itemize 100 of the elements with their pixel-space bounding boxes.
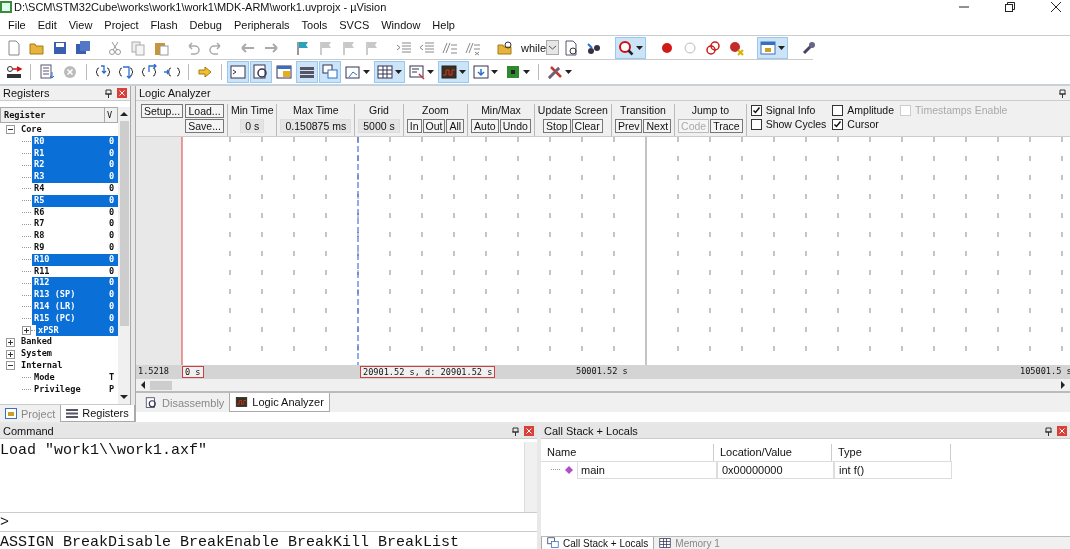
checkbox-label[interactable]: Signal Info <box>765 104 816 116</box>
scroll-left-icon[interactable] <box>140 381 146 389</box>
menu-item[interactable]: Peripherals <box>227 18 296 31</box>
group-label: Zoom <box>422 104 449 117</box>
stop-icon <box>62 64 78 80</box>
menu-item[interactable]: SVCS <box>333 18 376 31</box>
menu-item[interactable]: Debug <box>183 18 228 31</box>
menu-item[interactable]: Window <box>375 18 427 31</box>
checkbox-label[interactable]: Cursor <box>847 118 879 130</box>
pages-icon <box>130 39 146 56</box>
search-combo[interactable]: while <box>517 40 560 55</box>
circle-icon <box>682 39 699 56</box>
menu-item[interactable]: Project <box>98 18 145 31</box>
register-name[interactable]: R6 <box>32 206 106 219</box>
group-label: Jump to <box>691 104 729 117</box>
panel-tab[interactable]: Call Stack + Locals <box>541 537 655 549</box>
analyzer-button[interactable]: Out <box>422 119 446 133</box>
checkbox[interactable] <box>832 118 844 130</box>
checkbox-label[interactable]: Amplitude <box>847 104 895 116</box>
register-name[interactable]: R0 <box>32 135 106 148</box>
checkbox[interactable] <box>750 118 762 130</box>
collapse-icon[interactable] <box>6 125 15 135</box>
axis-label: 105001.5 s <box>1020 366 1070 376</box>
expand-icon[interactable] <box>6 337 15 347</box>
register-name[interactable]: R11 <box>32 265 106 278</box>
analyzer-button[interactable]: All <box>446 119 465 133</box>
scroll-down-icon[interactable] <box>120 394 128 400</box>
table-cell[interactable]: 0x00000000 <box>717 460 834 479</box>
register-name[interactable]: R4 <box>32 183 106 195</box>
scroll-up-icon[interactable] <box>120 111 128 117</box>
register-name[interactable]: R9 <box>32 241 106 254</box>
load-button[interactable]: Load... <box>185 104 224 118</box>
time-readout: 0 s <box>240 119 265 133</box>
register-name[interactable]: Banked <box>19 336 55 349</box>
register-name[interactable]: System <box>19 348 55 360</box>
column-header[interactable]: V <box>105 108 117 122</box>
close-icon[interactable] <box>1050 1 1062 13</box>
analyzer-button[interactable]: Undo <box>499 119 531 133</box>
scrollbar[interactable] <box>136 379 1070 391</box>
register-name[interactable]: Mode <box>32 371 106 384</box>
save-button[interactable]: Save... <box>185 119 224 133</box>
tools-icon <box>547 64 563 80</box>
register-name[interactable]: R12 <box>32 277 106 290</box>
menu-item[interactable]: File <box>2 18 32 31</box>
scroll-thumb[interactable] <box>150 380 172 390</box>
flag-icon <box>364 39 380 56</box>
arrow-icon <box>197 64 213 80</box>
checkbox[interactable] <box>750 104 762 116</box>
menu-item[interactable]: Flash <box>144 18 184 31</box>
checkbox-label[interactable]: Show Cycles <box>765 118 827 130</box>
register-name[interactable]: R10 <box>32 253 106 266</box>
register-name[interactable]: R7 <box>32 218 106 231</box>
expand-icon[interactable] <box>22 325 31 335</box>
register-name[interactable]: R5 <box>32 194 106 207</box>
register-name[interactable]: Privilege <box>32 383 106 396</box>
scroll-right-icon[interactable] <box>1060 381 1066 389</box>
analyzer-button[interactable]: In <box>406 119 422 133</box>
menu-item[interactable]: Help <box>426 18 461 31</box>
folder-search-icon <box>497 39 513 56</box>
register-value: 0 <box>106 277 118 290</box>
panel-tab[interactable]: Logic Analyzer <box>229 393 330 412</box>
table-cell[interactable]: main <box>577 460 717 479</box>
analyzer-button[interactable]: Stop <box>543 119 571 133</box>
wrench-icon <box>801 39 818 56</box>
analyzer-button[interactable]: Next <box>643 119 672 133</box>
table-cell[interactable]: int f() <box>834 460 952 479</box>
column-header[interactable]: Name <box>541 443 714 462</box>
panel-tab[interactable]: Registers <box>60 405 135 422</box>
register-name[interactable]: R13 (SP) <box>32 289 106 301</box>
expand-icon[interactable] <box>6 349 15 359</box>
toolbar-button[interactable] <box>615 36 647 59</box>
dropdown-icon[interactable] <box>546 40 560 55</box>
register-name[interactable]: R8 <box>32 230 106 242</box>
menu-item[interactable]: View <box>62 18 99 31</box>
analyzer-button[interactable]: Auto <box>471 119 499 133</box>
scrollbar[interactable] <box>118 107 130 404</box>
menu-item[interactable]: Tools <box>295 18 334 31</box>
register-value: P <box>108 383 116 396</box>
pin-icon[interactable] <box>511 426 520 436</box>
register-name[interactable]: Core <box>19 124 44 136</box>
setup-button[interactable]: Setup... <box>141 104 184 118</box>
command-input[interactable]: > <box>0 512 537 532</box>
register-name[interactable]: R2 <box>32 159 106 172</box>
register-name[interactable]: Internal <box>19 359 65 372</box>
step-over-icon <box>118 64 134 80</box>
pin-icon[interactable] <box>1044 426 1053 436</box>
toolbar-button[interactable] <box>250 61 272 83</box>
scrollbar[interactable] <box>524 442 537 512</box>
toolbar-button[interactable] <box>438 61 469 83</box>
checkbox[interactable] <box>832 104 844 116</box>
analyzer-button[interactable]: Prev <box>614 119 643 133</box>
analyzer-button[interactable]: Trace <box>710 119 743 133</box>
collapse-icon[interactable] <box>6 361 15 371</box>
menu-item[interactable]: Edit <box>31 18 63 31</box>
column-header[interactable]: Register <box>1 108 105 122</box>
pin-icon[interactable] <box>1058 88 1067 98</box>
restore-icon[interactable] <box>1004 1 1016 13</box>
analyzer-button[interactable]: Clear <box>571 119 603 133</box>
register-name[interactable]: R3 <box>32 171 106 183</box>
pin-icon[interactable] <box>104 88 113 98</box>
